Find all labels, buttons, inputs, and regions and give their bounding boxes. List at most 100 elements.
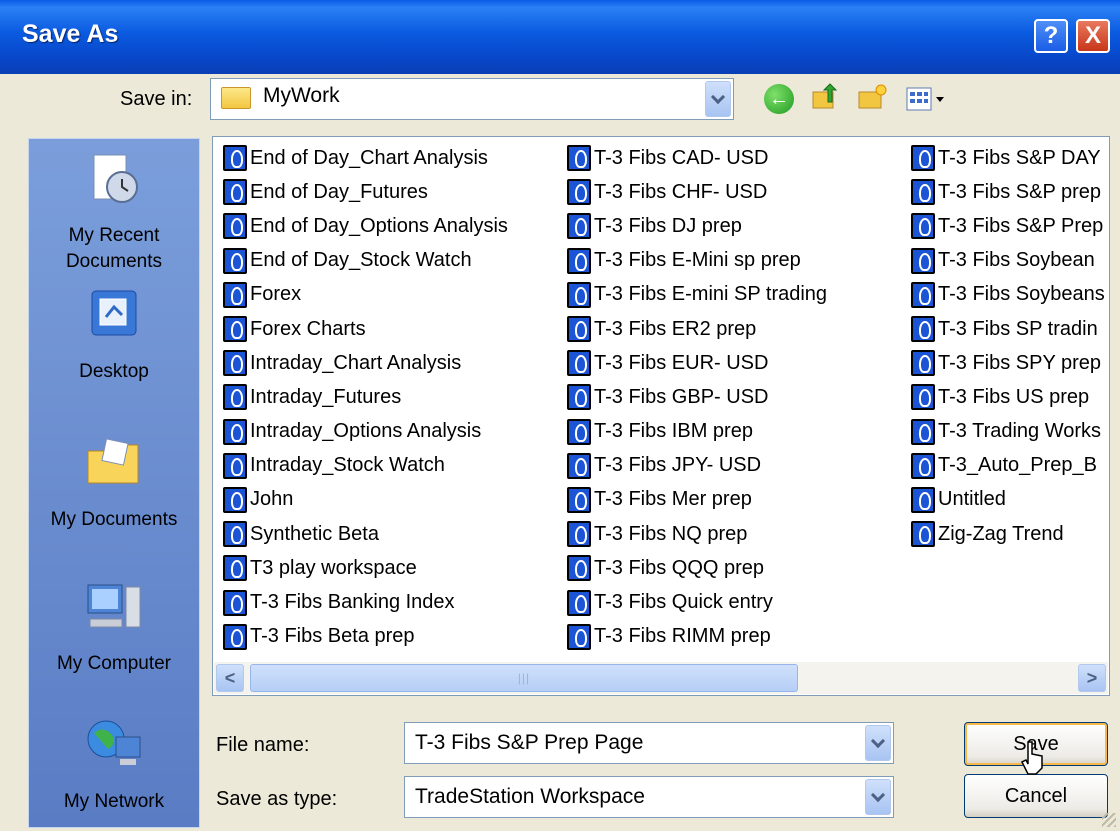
save-as-type-value: TradeStation Workspace xyxy=(415,785,645,808)
list-item[interactable]: End of Day_Options Analysis xyxy=(223,209,508,243)
workspace-file-icon xyxy=(223,316,247,343)
list-item[interactable]: T-3 Fibs IBM prep xyxy=(567,415,827,449)
list-item[interactable]: T-3 Fibs ER2 prep xyxy=(567,312,827,346)
workspace-file-icon xyxy=(223,247,247,274)
list-item[interactable]: T-3 Fibs CHF- USD xyxy=(567,175,827,209)
list-item[interactable]: T-3 Fibs SPY prep xyxy=(911,346,1105,380)
workspace-file-icon xyxy=(223,486,247,513)
recent-documents-icon xyxy=(93,154,138,203)
list-item[interactable]: End of Day_Stock Watch xyxy=(223,244,508,278)
up-folder-icon[interactable] xyxy=(810,82,840,112)
workspace-file-icon xyxy=(223,281,247,308)
workspace-file-icon xyxy=(567,247,591,274)
list-item[interactable]: End of Day_Chart Analysis xyxy=(223,141,508,175)
list-item[interactable]: Intraday_Options Analysis xyxy=(223,415,508,449)
list-item[interactable]: T-3 Fibs DJ prep xyxy=(567,209,827,243)
list-item[interactable]: T-3 Fibs E-mini SP trading xyxy=(567,278,827,312)
place-my-recent-documents[interactable]: My Recent Documents xyxy=(29,149,199,275)
workspace-file-icon xyxy=(911,179,935,206)
list-item[interactable]: T-3 Fibs JPY- USD xyxy=(567,449,827,483)
workspace-file-icon xyxy=(567,145,591,172)
workspace-file-icon xyxy=(911,384,935,411)
list-item[interactable]: Zig-Zag Trend xyxy=(911,517,1105,551)
list-item[interactable]: T-3 Fibs S&P prep xyxy=(911,175,1105,209)
workspace-file-icon xyxy=(567,179,591,206)
list-item[interactable]: T-3 Fibs RIMM prep xyxy=(567,620,827,654)
list-item[interactable]: Forex xyxy=(223,278,508,312)
list-item[interactable]: Intraday_Stock Watch xyxy=(223,449,508,483)
place-desktop[interactable]: Desktop xyxy=(29,285,199,385)
list-item[interactable]: T-3 Fibs CAD- USD xyxy=(567,141,827,175)
list-item[interactable]: T-3_Auto_Prep_B xyxy=(911,449,1105,483)
save-in-dropdown-button[interactable] xyxy=(705,81,731,117)
workspace-file-icon xyxy=(911,418,935,445)
workspace-file-icon xyxy=(223,555,247,582)
save-in-label: Save in: xyxy=(120,88,193,110)
list-item[interactable]: T-3 Fibs NQ prep xyxy=(567,517,827,551)
workspace-file-icon xyxy=(567,486,591,513)
chevron-down-icon xyxy=(710,89,726,104)
list-item[interactable]: T-3 Fibs E-Mini sp prep xyxy=(567,244,827,278)
list-item[interactable]: Untitled xyxy=(911,483,1105,517)
save-in-value: MyWork xyxy=(263,84,340,107)
save-in-combobox[interactable]: MyWork xyxy=(210,78,734,120)
scroll-right-button[interactable]: > xyxy=(1078,664,1106,692)
workspace-file-icon xyxy=(567,589,591,616)
new-folder-icon[interactable] xyxy=(856,82,888,112)
list-item[interactable]: T-3 Fibs US prep xyxy=(911,380,1105,414)
save-as-type-dropdown-button[interactable] xyxy=(865,779,891,815)
workspace-file-icon xyxy=(911,247,935,274)
scroll-left-button[interactable]: < xyxy=(216,664,244,692)
desktop-icon xyxy=(91,290,137,336)
workspace-file-icon xyxy=(567,384,591,411)
chevron-down-icon xyxy=(870,787,886,802)
save-as-type-combobox[interactable]: TradeStation Workspace xyxy=(404,776,894,818)
close-button[interactable]: X xyxy=(1076,19,1110,53)
resize-grip-icon[interactable] xyxy=(1102,813,1116,827)
my-documents-icon xyxy=(87,438,139,484)
workspace-file-icon xyxy=(223,213,247,240)
list-item[interactable]: T-3 Fibs S&P Prep xyxy=(911,209,1105,243)
workspace-file-icon xyxy=(911,350,935,377)
list-item[interactable]: End of Day_Futures xyxy=(223,175,508,209)
list-item[interactable]: T3 play workspace xyxy=(223,551,508,585)
workspace-file-icon xyxy=(223,384,247,411)
list-item[interactable]: T-3 Fibs Banking Index xyxy=(223,585,508,619)
file-list[interactable]: End of Day_Chart Analysis End of Day_Fut… xyxy=(212,136,1110,696)
file-name-input[interactable]: T-3 Fibs S&P Prep Page xyxy=(415,731,643,755)
list-item[interactable]: Intraday_Chart Analysis xyxy=(223,346,508,380)
window-title: Save As xyxy=(22,20,119,48)
workspace-file-icon xyxy=(567,213,591,240)
workspace-file-icon xyxy=(911,145,935,172)
horizontal-scrollbar[interactable]: < ||| > xyxy=(214,662,1108,694)
workspace-file-icon xyxy=(223,521,247,548)
list-item[interactable]: T-3 Fibs Soybeans xyxy=(911,278,1105,312)
list-item[interactable]: T-3 Fibs Mer prep xyxy=(567,483,827,517)
list-item[interactable]: T-3 Fibs Beta prep xyxy=(223,620,508,654)
list-item[interactable]: John xyxy=(223,483,508,517)
workspace-file-icon xyxy=(567,418,591,445)
place-my-documents[interactable]: My Documents xyxy=(29,433,199,533)
place-my-network[interactable]: My Network xyxy=(29,715,199,815)
list-item[interactable]: T-3 Fibs SP tradin xyxy=(911,312,1105,346)
file-name-combobox[interactable]: T-3 Fibs S&P Prep Page xyxy=(404,722,894,764)
file-name-dropdown-button[interactable] xyxy=(865,725,891,761)
scrollbar-thumb[interactable]: ||| xyxy=(250,664,798,692)
list-item[interactable]: Forex Charts xyxy=(223,312,508,346)
list-item[interactable]: Intraday_Futures xyxy=(223,380,508,414)
cancel-button[interactable]: Cancel xyxy=(964,774,1108,818)
help-button[interactable]: ? xyxy=(1034,19,1068,53)
list-item[interactable]: T-3 Fibs S&P DAY xyxy=(911,141,1105,175)
save-as-type-label: Save as type: xyxy=(216,788,338,810)
place-my-computer[interactable]: My Computer xyxy=(29,577,199,677)
list-item[interactable]: T-3 Fibs EUR- USD xyxy=(567,346,827,380)
back-icon[interactable]: ← xyxy=(764,84,794,114)
list-item[interactable]: T-3 Fibs QQQ prep xyxy=(567,551,827,585)
list-item[interactable]: T-3 Fibs GBP- USD xyxy=(567,380,827,414)
list-item[interactable]: T-3 Fibs Quick entry xyxy=(567,585,827,619)
views-menu-icon[interactable] xyxy=(905,84,947,114)
list-item[interactable]: T-3 Trading Works xyxy=(911,415,1105,449)
workspace-file-icon xyxy=(911,316,935,343)
list-item[interactable]: T-3 Fibs Soybean xyxy=(911,244,1105,278)
list-item[interactable]: Synthetic Beta xyxy=(223,517,508,551)
